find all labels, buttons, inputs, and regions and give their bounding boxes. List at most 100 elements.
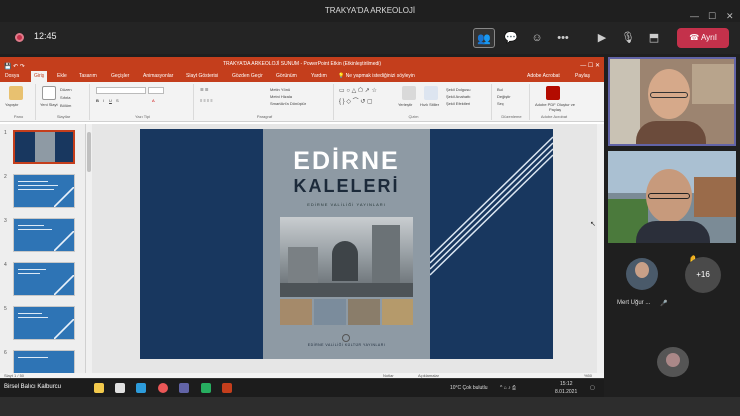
ppt-title: TRAKYA'DA ARKEOLOJİ SUNUM - PowerPoint E… — [222, 61, 382, 67]
underline-icon[interactable]: U — [109, 98, 112, 103]
slide-thumbnail-1[interactable] — [13, 130, 75, 164]
slide-footer: EDİRNE VALİLİĞİ KÜLTÜR YAYINLARI — [307, 343, 386, 347]
meeting-timer: 12:45 — [34, 31, 57, 41]
tab-transitions[interactable]: Geçişler — [111, 73, 129, 79]
slide-canvas[interactable]: EDİRNE KALELERİ EDİRNE VALİLİĞİ YAYINLAR… — [140, 129, 553, 359]
share-button[interactable]: Paylaş — [575, 73, 590, 79]
camera-button[interactable]: ▶ — [591, 28, 613, 48]
adobe-acrobat-button[interactable]: Adobe Acrobat — [527, 73, 560, 79]
reactions-button[interactable]: ☺ — [526, 28, 548, 48]
arrange-icon[interactable] — [402, 86, 416, 100]
tab-slideshow[interactable]: Slayt Gösterisi — [186, 73, 218, 79]
select-button[interactable]: Seç — [497, 101, 504, 106]
tab-home[interactable]: Giriş — [31, 71, 48, 82]
glasses-icon — [648, 193, 690, 199]
scrollbar-thumb[interactable] — [87, 132, 91, 172]
participant-video-presenter[interactable] — [608, 57, 736, 146]
taskbar-user-name: Birsel Balıcı Kalburcu — [4, 384, 62, 390]
italic-icon[interactable]: I — [103, 98, 104, 103]
new-slide-icon[interactable] — [42, 86, 56, 100]
notification-icon[interactable]: ▢ — [590, 385, 595, 391]
strikethrough-icon[interactable]: S — [116, 98, 119, 103]
file-explorer-icon[interactable] — [94, 383, 104, 393]
thumbnail-scrollbar[interactable] — [86, 124, 92, 373]
align-icons[interactable]: ≡ ≡ ≡ ≡ — [200, 98, 213, 103]
participant-video-2[interactable] — [608, 151, 736, 243]
group-editing: Bul Değiştir Seç Düzenleme — [494, 84, 530, 120]
thumb-line — [18, 181, 48, 182]
tell-me-search[interactable]: 💡 Ne yapmak istediğinizi söyleyin — [338, 73, 415, 79]
quick-styles-button[interactable]: Hızlı Stiller — [420, 102, 439, 107]
tab-animations[interactable]: Animasyonlar — [143, 73, 173, 79]
mic-button[interactable]: 🎙 — [617, 28, 639, 48]
slide-scrollbar[interactable] — [597, 124, 604, 373]
shape-outline-button[interactable]: Şekil Anahattı — [446, 94, 470, 99]
store-icon[interactable] — [115, 383, 125, 393]
font-color-icon[interactable]: A — [152, 98, 155, 103]
bullets-icon[interactable]: ☰ ☰ — [200, 87, 208, 92]
convert-smartart-button[interactable]: SmartArt'a Dönüştür — [270, 101, 306, 106]
shape-effects-button[interactable]: Şekil Efektleri — [446, 101, 470, 106]
find-button[interactable]: Bul — [497, 87, 503, 92]
system-tray-icons[interactable]: ^ ⌂ ♪ ⎙ — [500, 385, 516, 391]
share-screen-icon: ⬒ — [648, 32, 660, 44]
tab-design[interactable]: Tasarım — [79, 73, 97, 79]
mail-icon[interactable] — [136, 383, 146, 393]
bold-icon[interactable]: B — [96, 98, 99, 103]
shapes-gallery-row2[interactable]: { } ◇ ⌒ ↺ ▢ — [339, 96, 373, 105]
create-pdf-button[interactable]: Adobe PDF Oluştur ve Paylaş — [534, 102, 576, 112]
slide-thumbnail-2[interactable] — [13, 174, 75, 208]
reset-button[interactable]: Sıfırla — [60, 95, 70, 100]
participant-avatar[interactable] — [626, 258, 658, 290]
participant-avatar-2[interactable] — [657, 347, 689, 377]
adobe-pdf-icon[interactable] — [546, 86, 560, 100]
thumb-diagonal — [54, 275, 74, 295]
tab-file[interactable]: Dosya — [5, 73, 19, 79]
taskbar-time: 15:12 — [560, 381, 573, 387]
powerpoint-icon[interactable] — [222, 383, 232, 393]
photo-tower — [372, 225, 400, 285]
layout-button[interactable]: Düzen — [60, 87, 72, 92]
tab-insert[interactable]: Ekle — [57, 73, 67, 79]
edge-icon[interactable] — [201, 383, 211, 393]
diagonal-line — [430, 154, 553, 276]
shape-fill-button[interactable]: Şekil Dolgusu — [446, 87, 470, 92]
slide-thumbnail-pane: 1 2 3 4 5 6 — [0, 124, 86, 379]
group-label-paragraph: Paragraf — [256, 114, 273, 119]
decorative-diagonal-lines — [430, 136, 553, 276]
participants-button[interactable]: 👥 — [473, 28, 495, 48]
bottom-frame — [0, 397, 740, 416]
slide-thumbnail-3[interactable] — [13, 218, 75, 252]
shapes-gallery[interactable]: ▭ ○ △ ⬠ ↗ ☆ — [339, 87, 377, 94]
paste-icon[interactable] — [9, 86, 23, 100]
weather-widget[interactable]: 10°C Çok bulutlu — [450, 385, 488, 391]
leave-button[interactable]: ☎ Ayrıl — [677, 28, 729, 48]
photo-arch — [332, 241, 358, 281]
chrome-icon[interactable] — [158, 383, 168, 393]
thumb-cover — [35, 132, 55, 162]
quick-styles-icon[interactable] — [424, 86, 438, 100]
text-direction-button[interactable]: Metin Yönü — [270, 87, 290, 92]
tab-help[interactable]: Yardım — [311, 73, 327, 79]
paste-button[interactable]: Yapıştır — [5, 102, 19, 107]
arrange-button[interactable]: Yerleştir — [398, 102, 412, 107]
new-slide-button[interactable]: Yeni Slayt — [40, 102, 58, 107]
thumb-diagonal — [54, 319, 74, 339]
align-text-button[interactable]: Metni Hizala — [270, 94, 292, 99]
font-size-select[interactable] — [148, 87, 164, 94]
slide-thumbnail-4[interactable] — [13, 262, 75, 296]
chat-button[interactable]: 💬 — [500, 28, 522, 48]
participant-body — [636, 121, 706, 144]
tab-view[interactable]: Görünüm — [276, 73, 297, 79]
more-actions-button[interactable]: ••• — [552, 28, 574, 48]
more-participants-badge[interactable]: +16 — [685, 257, 721, 293]
slide-thumbnail-5[interactable] — [13, 306, 75, 340]
teams-icon[interactable] — [179, 383, 189, 393]
publisher-logo-icon — [342, 334, 350, 342]
replace-button[interactable]: Değiştir — [497, 94, 511, 99]
section-button[interactable]: Bölüm — [60, 103, 71, 108]
avatar-face — [635, 262, 649, 278]
tab-review[interactable]: Gözden Geçir — [232, 73, 263, 79]
font-family-select[interactable] — [96, 87, 146, 94]
share-screen-button[interactable]: ⬒ — [643, 28, 665, 48]
